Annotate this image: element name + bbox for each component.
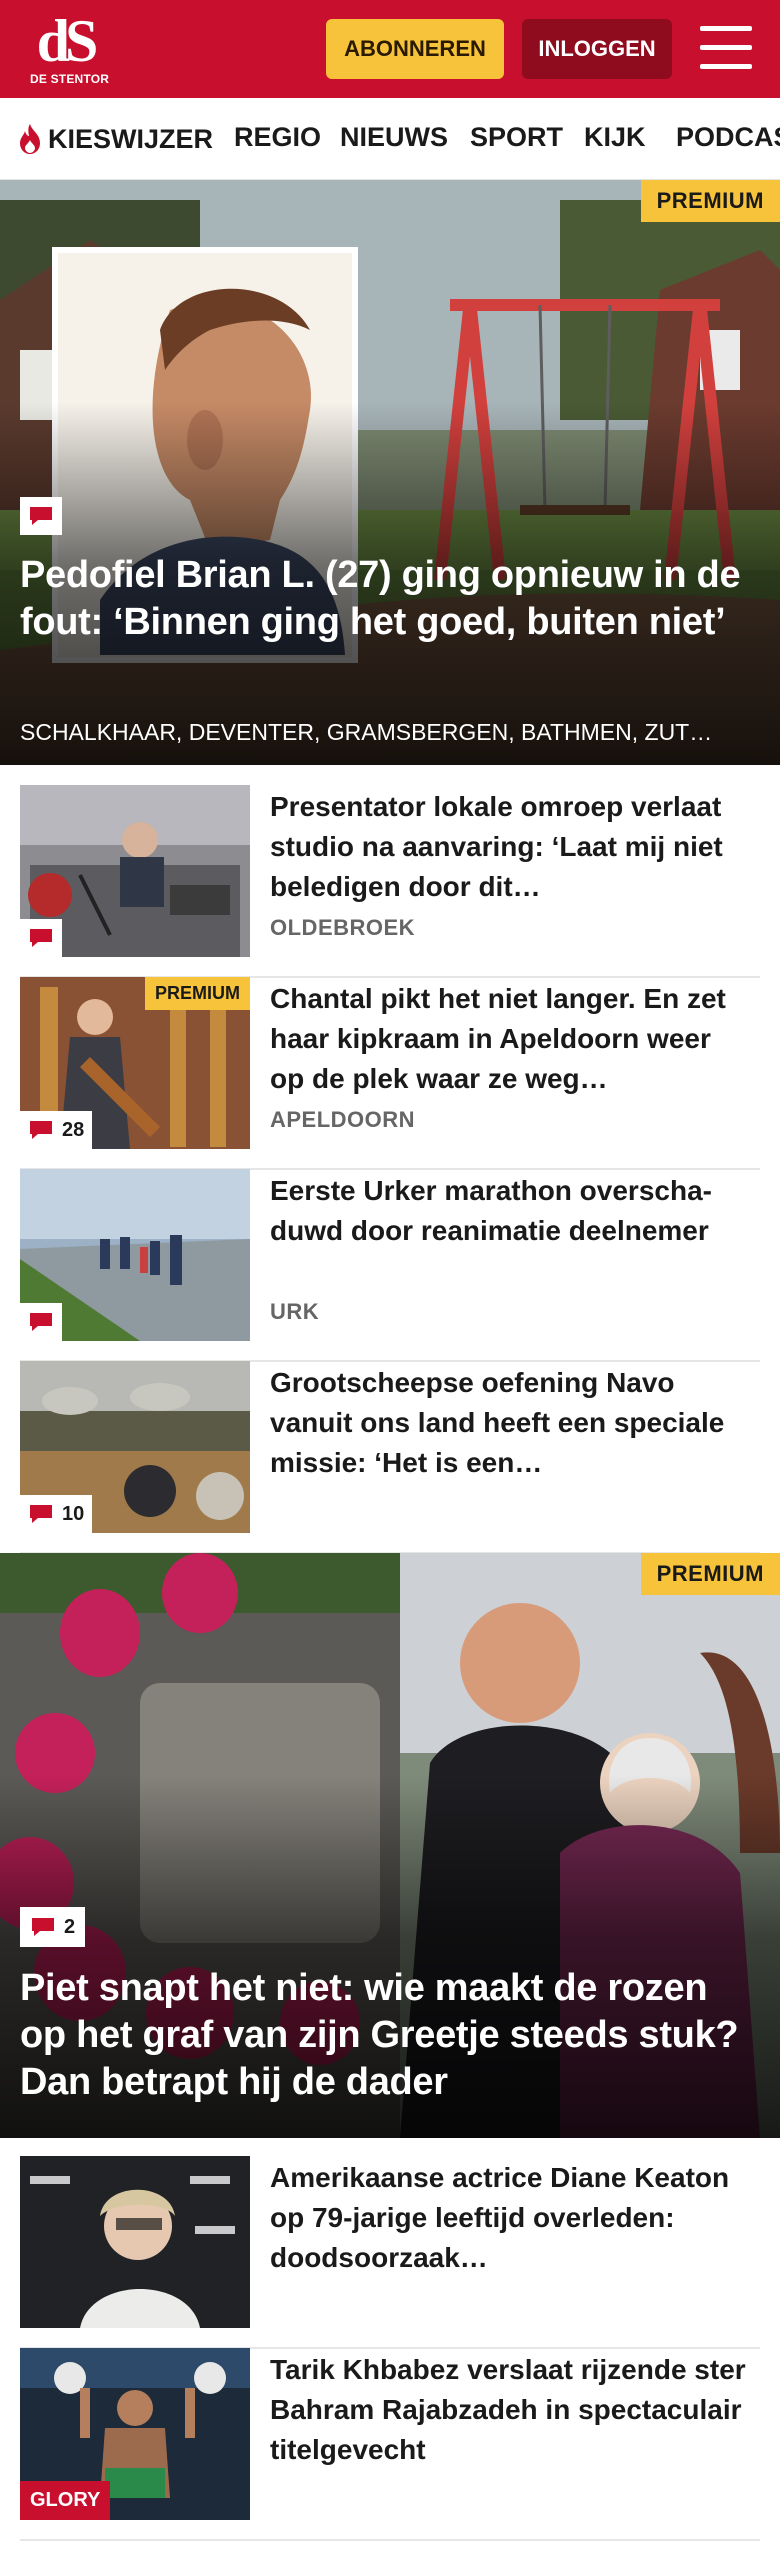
site-logo[interactable]: dS DE STENTOR bbox=[30, 8, 110, 88]
comment-badge: 2 bbox=[20, 1907, 86, 1947]
article-title[interactable]: Grootscheepse oefening Navo vanuit ons l… bbox=[270, 1363, 750, 1483]
list-item[interactable]: Eerste Urker marathon overscha­duwd door… bbox=[20, 1169, 760, 1362]
comment-icon bbox=[30, 1505, 52, 1523]
list-item[interactable]: 10 Grootscheepse oefening Navo vanuit on… bbox=[20, 1361, 760, 1554]
nav-label: NIEUWS bbox=[340, 122, 448, 152]
list-item[interactable]: PREMIUM 28 Chantal pikt het niet langer.… bbox=[20, 977, 760, 1170]
nav-item-regio[interactable]: REGIO bbox=[234, 122, 321, 153]
article-thumbnail: GLORY bbox=[20, 2348, 250, 2520]
logo-mark: dS bbox=[36, 8, 99, 74]
comment-icon bbox=[30, 929, 52, 947]
hero-locations: SCHALKHAAR, DEVENTER, GRAMSBERGEN, BATHM… bbox=[20, 719, 713, 745]
article-thumbnail bbox=[20, 2156, 250, 2328]
nav-label: PODCAS bbox=[676, 122, 780, 152]
nav-item-nieuws[interactable]: NIEUWS bbox=[340, 122, 448, 153]
article-thumbnail bbox=[20, 785, 250, 957]
article-location: URK bbox=[270, 1299, 320, 1324]
article-title[interactable]: Chantal pikt het niet langer. En zet haa… bbox=[270, 979, 750, 1099]
comment-count: 28 bbox=[62, 1118, 85, 1141]
list-item[interactable]: Presentator lokale omroep verlaat studio… bbox=[20, 785, 760, 978]
comment-count: 2 bbox=[64, 1915, 76, 1938]
nav-item-podcast[interactable]: PODCAS bbox=[676, 122, 780, 153]
article-title[interactable]: Eerste Urker marathon overscha­duwd door… bbox=[270, 1171, 750, 1251]
premium-badge: PREMIUM bbox=[640, 1553, 780, 1595]
article-title[interactable]: Tarik Khbabez verslaat rijzende ster Bah… bbox=[270, 2350, 750, 2470]
section-nav: KIESWIJZER REGIO NIEUWS SPORT KIJK PODCA… bbox=[0, 98, 780, 180]
comment-icon bbox=[30, 507, 52, 525]
nav-label: KIESWIJZER bbox=[48, 123, 214, 154]
comment-icon bbox=[30, 1121, 52, 1139]
hamburger-icon[interactable] bbox=[700, 26, 752, 70]
login-button[interactable]: INLOGGEN bbox=[522, 19, 672, 79]
comment-badge bbox=[20, 919, 62, 957]
subscribe-button[interactable]: ABONNEREN bbox=[326, 19, 504, 79]
comment-icon bbox=[32, 1918, 54, 1936]
comment-icon bbox=[30, 1313, 52, 1331]
comment-badge bbox=[20, 497, 62, 535]
logo-subtitle: DE STENTOR bbox=[30, 72, 110, 86]
nav-label: SPORT bbox=[470, 122, 564, 152]
article-thumbnail: PREMIUM 28 bbox=[20, 977, 250, 1149]
hero-headline[interactable]: Pedofiel Brian L. (27) ging opnieuw in d… bbox=[20, 552, 756, 646]
hero-headline[interactable]: Piet snapt het niet: wie maakt de rozen … bbox=[20, 1965, 756, 2106]
hero-article-1[interactable]: PREMIUM Pedofiel Brian L. (27) ging opni… bbox=[0, 180, 780, 765]
article-title[interactable]: Presentator lokale omroep verlaat studio… bbox=[270, 787, 750, 907]
hero-article-2[interactable]: PREMIUM 2 Piet snapt het niet: wie maakt… bbox=[0, 1553, 780, 2138]
nav-label: REGIO bbox=[234, 122, 322, 152]
comment-badge bbox=[20, 1303, 62, 1341]
comment-badge: 28 bbox=[20, 1111, 93, 1149]
top-header: dS DE STENTOR ABONNEREN INLOGGEN bbox=[0, 0, 780, 98]
article-location: APELDOORN bbox=[270, 1107, 416, 1132]
article-title[interactable]: Amerikaanse actrice Diane Keaton op 79-j… bbox=[270, 2158, 750, 2278]
list-item[interactable]: Amerikaanse actrice Diane Keaton op 79-j… bbox=[20, 2156, 760, 2349]
category-tag: GLORY bbox=[20, 2481, 111, 2520]
article-location: OLDEBROEK bbox=[270, 915, 416, 940]
premium-badge: PREMIUM bbox=[640, 180, 780, 222]
nav-label: KIJK bbox=[584, 122, 646, 152]
comment-count: 10 bbox=[62, 1502, 85, 1525]
article-thumbnail: 10 bbox=[20, 1361, 250, 1533]
comment-badge: 10 bbox=[20, 1495, 93, 1533]
nav-item-kieswijzer[interactable]: KIESWIJZER bbox=[16, 122, 213, 156]
nav-item-sport[interactable]: SPORT bbox=[470, 122, 563, 153]
article-thumbnail bbox=[20, 1169, 250, 1341]
premium-badge: PREMIUM bbox=[145, 977, 250, 1010]
list-item[interactable]: GLORY Tarik Khbabez verslaat rijzende st… bbox=[20, 2348, 760, 2541]
nav-item-kijk[interactable]: KIJK bbox=[584, 122, 646, 153]
thumbnail-diane-keaton bbox=[20, 2156, 250, 2328]
flame-icon bbox=[20, 124, 40, 154]
